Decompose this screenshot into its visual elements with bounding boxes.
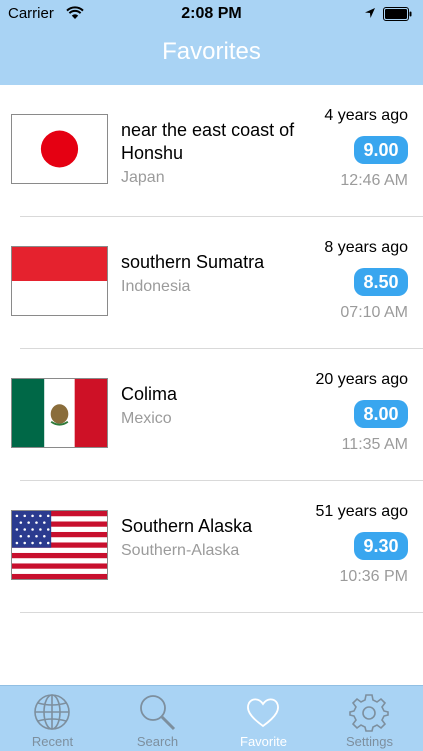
time-ago: 20 years ago — [315, 371, 408, 388]
battery-icon — [383, 7, 412, 21]
status-bar: Carrier 2:08 PM — [0, 0, 423, 28]
tab-recent[interactable]: Recent — [0, 686, 105, 751]
tab-label: Recent — [31, 734, 74, 749]
header: Carrier 2:08 PM Favorites — [0, 0, 423, 85]
mexico-flag — [11, 378, 108, 448]
time-ago: 8 years ago — [324, 239, 408, 256]
list-item[interactable]: Colima Mexico 20 years ago 8.00 11:35 AM — [0, 349, 423, 481]
list-item[interactable]: near the east coast of Honshu Japan 4 ye… — [0, 85, 423, 217]
place-label: near the east coast of Honshu — [121, 120, 295, 163]
globe-icon — [34, 694, 70, 730]
row-divider — [20, 612, 423, 613]
magnitude-badge: 9.00 — [354, 136, 408, 164]
time-ago: 4 years ago — [324, 107, 408, 124]
event-time: 11:35 AM — [341, 436, 408, 453]
gear-icon — [349, 694, 389, 732]
country-label: Japan — [121, 169, 165, 186]
place-label: Southern Alaska — [121, 516, 253, 536]
page-title: Favorites — [162, 38, 261, 65]
event-time: 12:46 AM — [340, 172, 408, 189]
place-label: southern Sumatra — [121, 252, 265, 272]
tab-label: Favorite — [240, 734, 287, 749]
tab-bar: Recent Search Favorite Settings — [0, 685, 423, 751]
magnifier-icon — [140, 695, 176, 731]
favorites-list: near the east coast of Honshu Japan 4 ye… — [0, 85, 423, 613]
time-ago: 51 years ago — [315, 503, 408, 520]
japan-flag — [11, 114, 108, 184]
place-label: Colima — [121, 384, 178, 404]
country-label: Southern-Alaska — [121, 542, 240, 559]
usa-flag — [11, 510, 108, 580]
event-time: 07:10 AM — [340, 304, 408, 321]
indonesia-flag — [11, 246, 108, 316]
country-label: Indonesia — [121, 278, 191, 295]
country-label: Mexico — [121, 410, 172, 427]
magnitude-badge: 8.50 — [354, 268, 408, 296]
place-name: Colima Mexico — [121, 383, 316, 430]
tab-settings[interactable]: Settings — [317, 686, 422, 751]
place-name: Southern Alaska Southern-Alaska — [121, 515, 316, 562]
magnitude-badge: 8.00 — [354, 400, 408, 428]
tab-label: Search — [136, 734, 179, 749]
place-name: near the east coast of Honshu Japan — [121, 119, 316, 189]
heart-icon — [247, 698, 279, 728]
event-time: 10:36 PM — [339, 568, 408, 585]
location-arrow-icon — [365, 8, 375, 18]
place-name: southern Sumatra Indonesia — [121, 251, 316, 298]
list-item[interactable]: Southern Alaska Southern-Alaska 51 years… — [0, 481, 423, 613]
status-time: 2:08 PM — [181, 5, 242, 22]
magnitude-badge: 9.30 — [354, 532, 408, 560]
tab-label: Settings — [346, 734, 393, 749]
tab-search[interactable]: Search — [105, 686, 210, 751]
list-item[interactable]: southern Sumatra Indonesia 8 years ago 8… — [0, 217, 423, 349]
tab-favorite[interactable]: Favorite — [211, 686, 316, 751]
